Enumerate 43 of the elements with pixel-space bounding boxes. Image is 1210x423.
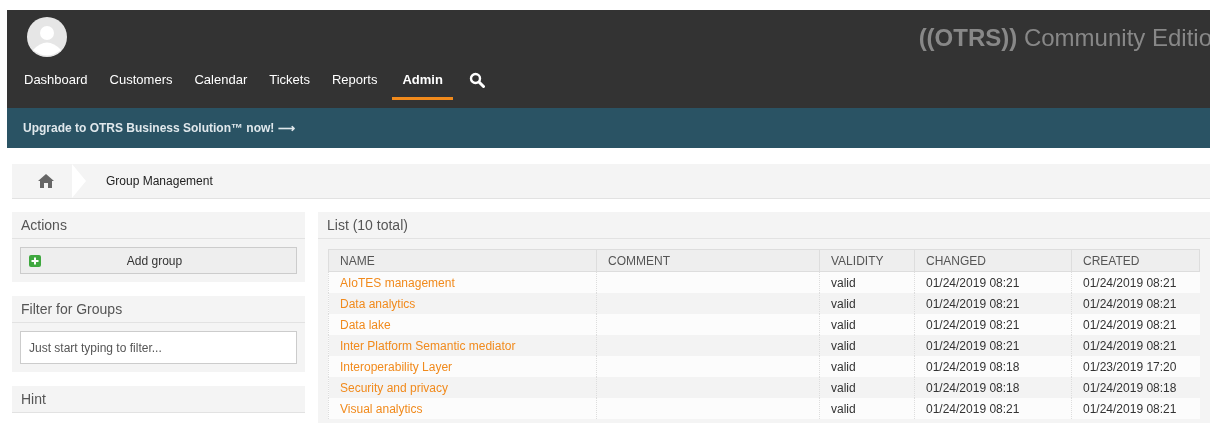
panel-title: Hint [12, 386, 305, 413]
search-icon[interactable] [468, 72, 485, 88]
panel-title: Filter for Groups [12, 296, 305, 323]
column-header[interactable]: CHANGED [914, 249, 1072, 272]
table-cell: 01/24/2019 08:21 [1083, 338, 1177, 353]
table-cell: 01/24/2019 08:21 [926, 401, 1020, 416]
table-cell: 01/24/2019 08:21 [1083, 275, 1177, 290]
column-header[interactable]: CREATED [1071, 249, 1200, 272]
table-cell: 01/24/2019 08:21 [1083, 401, 1177, 416]
plus-icon [29, 254, 41, 267]
table-cell: 01/23/2019 17:20 [1083, 359, 1177, 374]
filter-field[interactable]: Just start typing to filter... [20, 331, 297, 364]
table-cell: 01/24/2019 08:21 [1083, 317, 1177, 332]
table-cell: 01/24/2019 08:18 [926, 359, 1020, 374]
upgrade-link[interactable]: Upgrade to OTRS Business Solution™ now! ⟶ [23, 121, 295, 135]
column-header[interactable]: COMMENT [596, 249, 820, 272]
home-icon[interactable] [38, 174, 54, 188]
table-cell: valid [831, 380, 856, 395]
breadcrumb-text: Group Management [106, 174, 213, 188]
table-cell: 01/24/2019 08:21 [926, 317, 1020, 332]
table-cell: valid [831, 296, 856, 311]
avatar-icon[interactable] [27, 17, 67, 57]
nav-tab[interactable]: Tickets [262, 66, 317, 100]
table-cell: valid [831, 401, 856, 416]
nav-tab[interactable]: Dashboard [17, 66, 95, 100]
table-cell: 01/24/2019 08:21 [926, 296, 1020, 311]
table-cell: 01/24/2019 08:21 [1083, 296, 1177, 311]
table-cell: valid [831, 338, 856, 353]
table-cell: 01/24/2019 08:21 [926, 275, 1020, 290]
column-header[interactable]: NAME [328, 249, 597, 272]
table-cell: 01/24/2019 08:21 [926, 338, 1020, 353]
table-cell: 01/24/2019 08:18 [1083, 380, 1177, 395]
column-header[interactable]: VALIDITY [819, 249, 915, 272]
table-cell: 01/24/2019 08:18 [926, 380, 1020, 395]
table-cell: valid [831, 359, 856, 374]
table-cell: valid [831, 275, 856, 290]
table-cell: valid [831, 317, 856, 332]
nav-tab[interactable]: Admin [392, 66, 453, 100]
panel-title: Actions [12, 212, 305, 239]
nav-tab[interactable]: Calendar [187, 66, 255, 100]
nav-tab[interactable]: Customers [102, 66, 180, 100]
nav-tab[interactable]: Reports [324, 66, 385, 100]
add-group-button[interactable]: Add group [20, 247, 297, 274]
